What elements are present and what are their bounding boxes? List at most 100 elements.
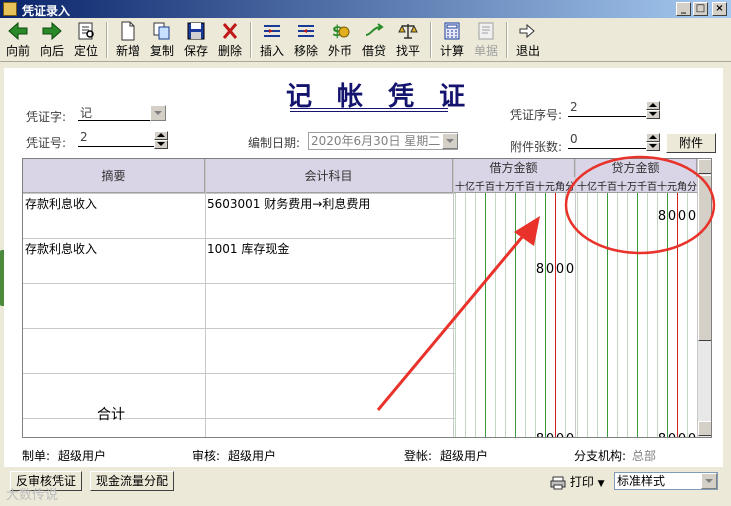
minimize-button[interactable]: _ xyxy=(676,2,691,16)
digit-header: 十 xyxy=(495,182,505,193)
credit-digit-header: 十亿千百十万千百十元角分 xyxy=(575,177,697,193)
digit-header: 元 xyxy=(545,182,555,193)
print-style-dropdown-icon[interactable] xyxy=(701,473,717,489)
debit-digit-header: 十亿千百十万千百十元角分 xyxy=(453,177,575,193)
toolbar-exit-button[interactable]: 退出 xyxy=(512,20,544,60)
title-underline xyxy=(290,108,448,112)
toolbar-next-button[interactable]: 向后 xyxy=(36,20,68,60)
amount-digit: 0 xyxy=(687,209,697,224)
digit-header: 十 xyxy=(577,182,587,193)
toolbar-prev-button[interactable]: 向前 xyxy=(2,20,34,60)
amount-digit: 0 xyxy=(687,432,697,437)
grid-scrollbar[interactable] xyxy=(697,159,711,437)
voucher-seq-field[interactable]: 2 xyxy=(568,100,646,117)
digit-header: 分 xyxy=(687,182,697,193)
voucher-entry-grid: 摘要 会计科目 借方金额 贷方金额 十亿千百十万千百十元角分 十亿千百十万千百十… xyxy=(22,158,712,438)
digit-header: 十 xyxy=(535,182,545,193)
scroll-down-icon[interactable] xyxy=(698,421,711,436)
attachment-count-field[interactable]: 0 xyxy=(568,132,646,149)
toolbar-balance-button[interactable]: 找平 xyxy=(392,20,424,60)
insert-row-icon xyxy=(264,25,280,37)
digit-header: 千 xyxy=(637,182,647,193)
amount-digit: 0 xyxy=(677,209,687,224)
voucher-word-label: 凭证字: xyxy=(26,110,67,124)
toolbar-calculator-button[interactable]: 计算 xyxy=(436,20,468,60)
table-row[interactable] xyxy=(23,283,697,328)
total-label: 合计 xyxy=(97,407,125,423)
amount-digit: 0 xyxy=(545,262,555,277)
digit-header: 百 xyxy=(647,182,657,193)
window-title: 凭证录入 xyxy=(22,4,71,18)
summary-cell[interactable]: 存款利息收入 xyxy=(25,240,97,257)
voucher-number-label: 凭证号: xyxy=(26,136,67,150)
date-field[interactable]: 2020年6月30日 星期二 xyxy=(308,132,458,150)
auditor-value: 超级用户 xyxy=(228,449,277,463)
digit-header: 角 xyxy=(555,182,565,193)
voucher-seq-spinner[interactable] xyxy=(646,101,660,119)
amount-digit: 0 xyxy=(667,432,677,437)
toolbar-receipt-button: 单据 xyxy=(470,20,502,60)
scroll-up-icon[interactable] xyxy=(698,159,711,174)
save-icon xyxy=(187,22,205,40)
table-row[interactable] xyxy=(23,328,697,373)
scale-icon xyxy=(398,24,418,39)
attachment-count-label: 附件张数: xyxy=(510,140,563,154)
voucher-word-dropdown-icon[interactable] xyxy=(150,105,166,121)
digit-header: 亿 xyxy=(465,182,475,193)
toolbar-copy-button[interactable]: 复制 xyxy=(146,20,178,60)
toolbar-foreign-currency-button[interactable]: $ 外币 xyxy=(324,20,356,60)
watermark: 大数传说 xyxy=(6,488,59,503)
amount-digit: 0 xyxy=(555,262,565,277)
receipt-icon xyxy=(478,22,494,40)
maximize-button[interactable]: □ xyxy=(693,2,708,16)
amount-digit: 8 xyxy=(657,209,667,224)
currency-icon: $ xyxy=(332,22,350,40)
cashflow-allocation-button[interactable]: 现金流量分配 xyxy=(90,471,174,491)
voucher-number-spinner[interactable] xyxy=(154,131,168,149)
column-header-summary: 摘要 xyxy=(23,159,205,193)
voucher-panel: 记 帐 凭 证 凭证字: 记 凭证号: 2 编制日期: 2020年6月30日 星… xyxy=(4,68,723,467)
summary-cell[interactable]: 存款利息收入 xyxy=(25,195,97,212)
print-button[interactable]: 打印 ▼ xyxy=(550,473,605,491)
print-style-select[interactable]: 标准样式 xyxy=(614,472,718,490)
table-row[interactable] xyxy=(23,238,697,283)
toolbar-debit-credit-button[interactable]: 借贷 xyxy=(358,20,390,60)
digit-header: 百 xyxy=(525,182,535,193)
digit-header: 万 xyxy=(505,182,515,193)
attachment-count-spinner[interactable] xyxy=(646,133,660,151)
digit-header: 千 xyxy=(515,182,525,193)
voucher-number-field[interactable]: 2 xyxy=(78,130,154,147)
toolbar-delete-button[interactable]: 删除 xyxy=(214,20,246,60)
account-cell[interactable]: 1001 库存现金 xyxy=(207,240,289,257)
toolbar-save-button[interactable]: 保存 xyxy=(180,20,212,60)
title-bar: 凭证录入 _ □ × xyxy=(0,0,731,18)
print-dropdown-icon: ▼ xyxy=(597,479,605,489)
toolbar-insert-button[interactable]: 插入 xyxy=(256,20,288,60)
toolbar-new-button[interactable]: 新增 xyxy=(112,20,144,60)
column-header-debit: 借方金额 xyxy=(453,159,575,177)
arrow-right-icon xyxy=(42,21,62,41)
digit-header: 角 xyxy=(677,182,687,193)
date-dropdown-icon[interactable] xyxy=(442,133,458,149)
digit-header: 分 xyxy=(565,182,575,193)
branch-label: 分支机构: xyxy=(574,449,627,463)
attachment-button[interactable]: 附件 xyxy=(666,133,716,153)
column-header-account: 会计科目 xyxy=(205,159,453,193)
amount-digit: 0 xyxy=(545,432,555,437)
poster-value: 超级用户 xyxy=(440,449,489,463)
digit-header: 千 xyxy=(597,182,607,193)
debit-credit-icon xyxy=(365,23,384,36)
toolbar-separator xyxy=(506,22,508,58)
toolbar-locate-button[interactable]: 定位 xyxy=(70,20,102,60)
maker-label: 制单: xyxy=(22,449,51,463)
scroll-thumb[interactable] xyxy=(698,175,711,341)
voucher-word-combo[interactable]: 记 xyxy=(78,104,150,121)
toolbar-remove-button[interactable]: 移除 xyxy=(290,20,322,60)
account-cell[interactable]: 5603001 财务费用→利息费用 xyxy=(207,195,370,212)
amount-digit: 8 xyxy=(535,432,545,437)
date-label: 编制日期: xyxy=(248,136,301,150)
toolbar-separator xyxy=(430,22,432,58)
amount-digit: 0 xyxy=(667,209,677,224)
close-button[interactable]: × xyxy=(712,2,727,16)
digit-header: 十 xyxy=(455,182,465,193)
